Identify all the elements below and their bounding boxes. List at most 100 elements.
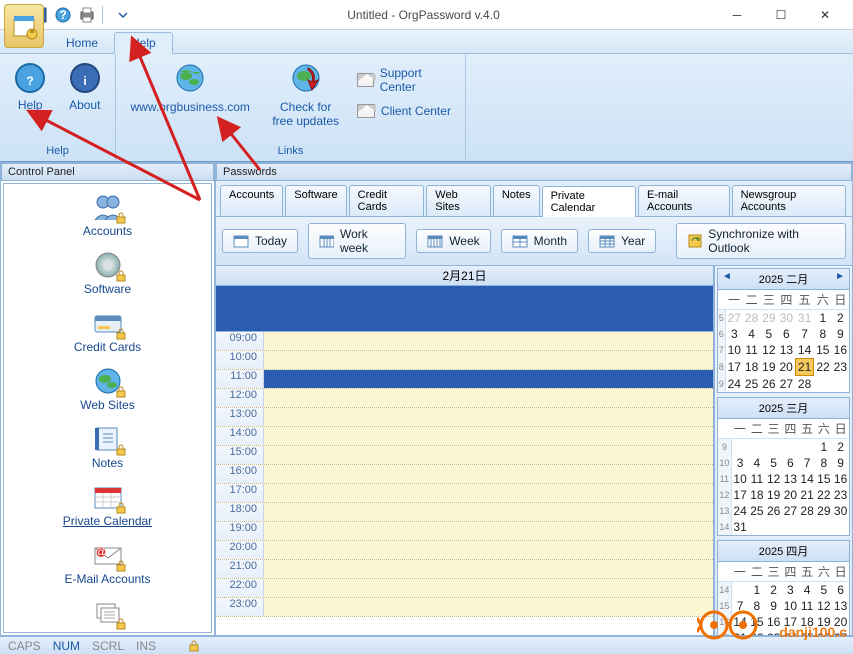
time-row[interactable]: 11:00 — [216, 370, 713, 389]
cal-day[interactable]: 6 — [832, 582, 849, 599]
tab-e-mail-accounts[interactable]: E-mail Accounts — [638, 185, 730, 216]
next-month-icon[interactable]: ► — [835, 271, 845, 282]
tab-notes[interactable]: Notes — [493, 185, 540, 216]
cal-day[interactable] — [765, 519, 782, 535]
check-updates-button[interactable]: Check for free updates — [268, 58, 342, 128]
week-button[interactable]: Week — [416, 229, 490, 253]
time-slot[interactable] — [264, 560, 713, 578]
time-slot[interactable] — [264, 389, 713, 407]
cal-day[interactable]: 19 — [760, 359, 777, 376]
cal-day[interactable]: 19 — [765, 487, 782, 503]
cal-day[interactable]: 1 — [815, 439, 832, 456]
cal-day[interactable]: 10 — [725, 342, 743, 359]
cal-day[interactable]: 6 — [777, 326, 795, 342]
cal-day[interactable] — [814, 376, 832, 393]
app-button[interactable] — [4, 4, 44, 48]
cal-day[interactable] — [782, 439, 799, 456]
cal-day[interactable]: 20 — [777, 359, 795, 376]
cal-day[interactable]: 15 — [815, 471, 832, 487]
cal-day[interactable]: 10 — [731, 471, 748, 487]
cal-day[interactable]: 1 — [814, 310, 832, 327]
cal-day[interactable]: 8 — [815, 455, 832, 471]
cal-day[interactable]: 9 — [832, 326, 849, 342]
cal-day[interactable] — [749, 519, 766, 535]
cal-day[interactable]: 28 — [795, 376, 814, 393]
cal-day[interactable]: 30 — [777, 310, 795, 327]
cal-day[interactable]: 11 — [799, 598, 816, 614]
about-button[interactable]: i About — [65, 58, 106, 112]
cal-day[interactable]: 23 — [832, 487, 849, 503]
cal-day[interactable]: 18 — [743, 359, 760, 376]
year-button[interactable]: Year — [588, 229, 656, 253]
cal-day[interactable]: 21 — [795, 359, 814, 376]
cal-day[interactable]: 25 — [743, 376, 760, 393]
cal-day[interactable]: 5 — [760, 326, 777, 342]
time-row[interactable]: 12:00 — [216, 389, 713, 408]
time-row[interactable]: 10:00 — [216, 351, 713, 370]
cal-day[interactable]: 8 — [814, 326, 832, 342]
cal-day[interactable]: 4 — [749, 455, 766, 471]
time-slot[interactable] — [264, 503, 713, 521]
cal-day[interactable]: 5 — [765, 455, 782, 471]
cal-day[interactable]: 16 — [832, 471, 849, 487]
cal-day[interactable] — [765, 439, 782, 456]
cal-day[interactable]: 27 — [777, 376, 795, 393]
tab-credit-cards[interactable]: Credit Cards — [349, 185, 425, 216]
cal-day[interactable]: 13 — [832, 598, 849, 614]
time-row[interactable]: 19:00 — [216, 522, 713, 541]
time-row[interactable]: 16:00 — [216, 465, 713, 484]
sidebar-item-e-mail-accounts[interactable]: @E-Mail Accounts — [4, 536, 211, 594]
time-slot[interactable] — [264, 427, 713, 445]
cal-day[interactable]: 3 — [731, 455, 748, 471]
time-slot[interactable] — [264, 408, 713, 426]
cal-day[interactable] — [731, 439, 748, 456]
cal-day[interactable] — [731, 582, 748, 599]
cal-day[interactable]: 6 — [782, 455, 799, 471]
cal-day[interactable]: 22 — [815, 487, 832, 503]
time-slot[interactable] — [264, 484, 713, 502]
cal-day[interactable] — [799, 439, 816, 456]
cal-day[interactable]: 10 — [782, 598, 799, 614]
cal-day[interactable]: 2 — [832, 310, 849, 327]
time-slot[interactable] — [264, 351, 713, 369]
cal-day[interactable]: 17 — [731, 487, 748, 503]
time-slot[interactable] — [264, 465, 713, 483]
cal-day[interactable]: 7 — [795, 326, 814, 342]
cal-day[interactable]: 14 — [799, 471, 816, 487]
time-row[interactable]: 09:00 — [216, 332, 713, 351]
cal-day[interactable]: 30 — [832, 503, 849, 519]
cal-day[interactable]: 12 — [815, 598, 832, 614]
prev-month-icon[interactable]: ◄ — [722, 271, 732, 282]
qat-customize-icon[interactable] — [114, 6, 132, 24]
cal-day[interactable]: 14 — [795, 342, 814, 359]
cal-day[interactable]: 17 — [725, 359, 743, 376]
cal-day[interactable]: 29 — [760, 310, 777, 327]
sidebar-item-private-calendar[interactable]: Private Calendar — [4, 478, 211, 536]
cal-day[interactable]: 28 — [799, 503, 816, 519]
sidebar-item-notes[interactable]: Notes — [4, 420, 211, 478]
time-slot[interactable] — [264, 579, 713, 597]
maximize-button[interactable]: ☐ — [759, 1, 803, 29]
cal-day[interactable]: 21 — [799, 487, 816, 503]
cal-day[interactable]: 13 — [777, 342, 795, 359]
cal-day[interactable]: 26 — [760, 376, 777, 393]
allday-area[interactable] — [216, 286, 713, 332]
time-slot[interactable] — [264, 522, 713, 540]
time-slot[interactable] — [264, 446, 713, 464]
close-button[interactable]: ✕ — [803, 1, 847, 29]
sidebar-item-web-sites[interactable]: Web Sites — [4, 362, 211, 420]
time-slot[interactable] — [264, 541, 713, 559]
time-row[interactable]: 13:00 — [216, 408, 713, 427]
cal-day[interactable]: 15 — [814, 342, 832, 359]
ribbon-tab-help[interactable]: Help — [114, 32, 173, 54]
cal-day[interactable]: 11 — [749, 471, 766, 487]
sync-outlook-button[interactable]: Synchronize with Outlook — [676, 223, 846, 259]
time-row[interactable]: 23:00 — [216, 598, 713, 617]
cal-day[interactable]: 16 — [832, 342, 849, 359]
cal-day[interactable]: 12 — [760, 342, 777, 359]
support-center-link[interactable]: Support Center — [357, 66, 455, 94]
cal-day[interactable]: 12 — [765, 471, 782, 487]
website-button[interactable]: www.orgbusiness.com — [126, 58, 254, 114]
cal-day[interactable]: 26 — [765, 503, 782, 519]
cal-day[interactable]: 2 — [765, 582, 782, 599]
